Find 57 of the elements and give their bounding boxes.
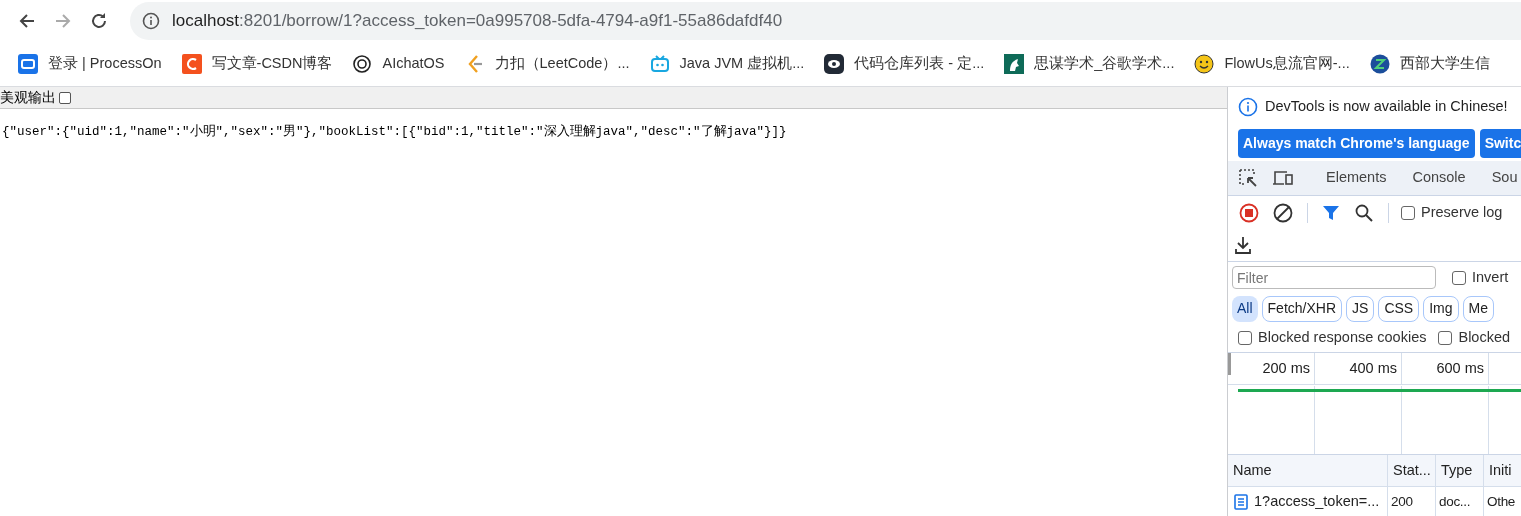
record-icon[interactable] xyxy=(1239,202,1259,223)
devtools-tab[interactable]: Console xyxy=(1412,161,1466,195)
language-button[interactable]: Always match Chrome's language xyxy=(1238,128,1475,158)
filter-field[interactable]: Filter xyxy=(1232,266,1436,289)
devtools-tab[interactable]: Elements xyxy=(1326,161,1387,195)
url-text: localhost:8201/borrow/1?access_token=0a995708-5dfa-4794-a9f1-55a86dafdf40 xyxy=(172,10,783,33)
json-text: {"user":{"uid":1,"name":"小明","sex":"男"},"bookList":[{"bid":1,"title":"深入理解java","desc":"了解java"}]} xyxy=(2,123,788,141)
checkbox[interactable]: Blocked response cookies xyxy=(1238,327,1427,349)
device-icon[interactable] xyxy=(1272,168,1294,188)
search-icon[interactable] xyxy=(1354,202,1374,223)
type-filter-chip[interactable]: All xyxy=(1232,295,1258,322)
bookmark[interactable]: 西部大学生信 xyxy=(1369,53,1490,75)
bookmark[interactable]: 写文章-CSDN博客 xyxy=(181,53,333,75)
column-header[interactable]: Stat... xyxy=(1388,455,1436,486)
table-cell: 200 xyxy=(1388,487,1436,516)
devtools-tab[interactable]: Sou xyxy=(1491,161,1518,195)
table-cell: doc... xyxy=(1436,487,1484,516)
bookmark[interactable]: 登录 | ProcessOn xyxy=(18,53,162,75)
address-bar[interactable]: localhost:8201/borrow/1?access_token=0a995708-5dfa-4794-a9f1-55a86dafdf40 xyxy=(130,2,1521,40)
type-filter-chip[interactable]: JS xyxy=(1346,295,1375,322)
notice-text: DevTools is now available in Chinese! xyxy=(1265,97,1508,117)
type-filter-chip[interactable]: Fetch/XHR xyxy=(1261,295,1343,322)
bookmark[interactable]: FlowUs息流官网-... xyxy=(1194,53,1350,75)
bookmark[interactable]: Java JVM 虚拟机... xyxy=(649,53,805,75)
timeline-tick: 600 ms xyxy=(1402,353,1489,384)
document-icon xyxy=(1234,494,1248,510)
tv-icon xyxy=(649,54,670,74)
type-filter-chip[interactable]: Img xyxy=(1423,295,1459,322)
column-header[interactable]: Initi xyxy=(1484,455,1521,486)
bookmark[interactable]: 思谋学术_谷歌学术... xyxy=(1004,53,1175,75)
bookmark[interactable]: 力扣（LeetCode）... xyxy=(464,53,630,75)
timeline-tick: 400 ms xyxy=(1315,353,1402,384)
info-icon xyxy=(1238,97,1258,117)
logo-icon xyxy=(181,54,202,74)
checkbox[interactable]: Preserve log xyxy=(1401,201,1503,224)
table-cell[interactable]: 1?access_token=... xyxy=(1254,491,1380,513)
filter-icon[interactable] xyxy=(1322,203,1340,222)
download-icon[interactable] xyxy=(1234,235,1252,255)
checkbox[interactable]: Invert xyxy=(1452,266,1509,289)
eye-icon xyxy=(824,54,845,74)
table-cell: Othe xyxy=(1484,487,1521,516)
bookmark[interactable]: AIchatOS xyxy=(352,53,445,75)
pretty-print-label: 美观输出 xyxy=(0,88,56,107)
column-header[interactable]: Name xyxy=(1228,455,1388,486)
logo-icon xyxy=(1369,54,1390,74)
logo-icon xyxy=(18,54,38,74)
checkbox[interactable]: Blocked xyxy=(1438,327,1511,349)
clear-icon[interactable] xyxy=(1273,202,1293,223)
checkbox[interactable] xyxy=(59,91,71,104)
column-header[interactable]: Type xyxy=(1436,455,1484,486)
smiley-icon xyxy=(1194,54,1215,74)
type-filter-chip[interactable]: CSS xyxy=(1378,295,1420,322)
language-button[interactable]: Switc xyxy=(1479,128,1521,158)
info-icon xyxy=(142,12,160,30)
type-filter-chip[interactable]: Me xyxy=(1462,295,1494,322)
inspect-icon[interactable] xyxy=(1238,168,1258,188)
bookmark[interactable]: 代码仓库列表 - 定... xyxy=(824,53,985,75)
